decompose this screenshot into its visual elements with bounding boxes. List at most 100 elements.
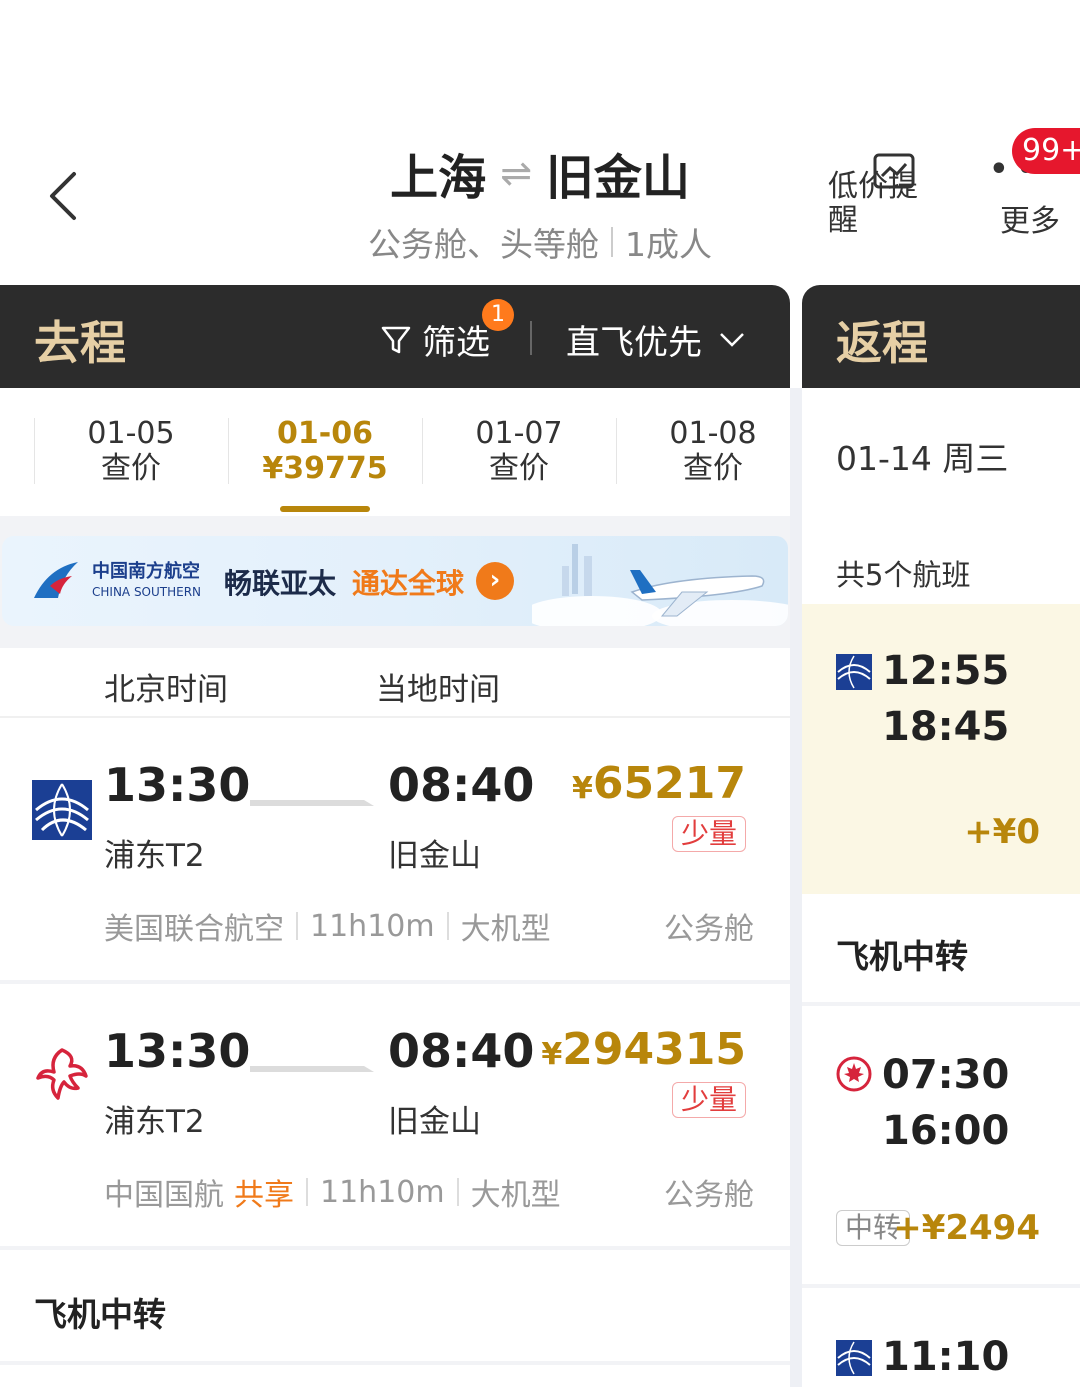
airline-name: 美国联合航空 <box>104 912 284 947</box>
divider <box>456 1178 459 1206</box>
more-label: 更多 <box>1000 204 1060 239</box>
origin-city: 上海 <box>390 150 487 206</box>
filter-button[interactable]: 筛选 <box>380 315 490 364</box>
airline-name-cn: 中国南方航空 <box>92 561 200 582</box>
united-airlines-logo <box>836 1340 872 1376</box>
return-flight-card[interactable]: 11:10 <box>802 1292 1080 1387</box>
united-airlines-logo <box>32 780 92 840</box>
ad-banner[interactable]: 中国南方航空 CHINA SOUTHERN 畅联亚太 通达全球 › <box>2 536 788 626</box>
flight-count-label: 共5个航班 <box>836 558 971 592</box>
selected-date-indicator <box>280 506 370 512</box>
return-transfer-section[interactable]: 飞机中转 <box>802 894 1080 1006</box>
cabin-class: 公务舱 <box>664 1178 754 1213</box>
departure-time: 13:30 <box>104 758 251 812</box>
banner-slogan-highlight: 通达全球 <box>352 567 465 600</box>
flight-meta: 美国联合航空 11h10m 大机型 <box>104 904 551 948</box>
return-arrival-time: 18:45 <box>882 704 1010 750</box>
aircraft-size: 大机型 <box>460 912 551 947</box>
transfer-section-title: 飞机中转 <box>836 937 968 976</box>
price-alert-label: 低价提醒 <box>828 169 918 238</box>
flight-duration: 11h10m <box>310 908 435 944</box>
airline-brand: 中国南方航空 CHINA SOUTHERN <box>92 562 201 602</box>
return-departure-time: 07:30 <box>882 1052 1010 1098</box>
airline-name: 中国国航 <box>104 1178 224 1213</box>
back-button[interactable] <box>40 166 90 226</box>
return-flight-count: 共5个航班 <box>802 536 1080 604</box>
divider <box>530 321 532 355</box>
divider <box>446 912 449 940</box>
divider <box>306 1178 308 1206</box>
return-date-selector[interactable]: 01-14 周三 <box>802 388 1080 516</box>
chevron-right-icon: › <box>476 562 514 600</box>
date-price: ¥39775 <box>262 451 388 486</box>
date-selector: 01-05 查价 01-06 ¥39775 01-07 查价 01-08 查价 <box>0 388 790 516</box>
chevron-down-icon <box>720 332 744 347</box>
return-departure-time: 12:55 <box>882 648 1010 694</box>
transfer-section-title: 飞机中转 <box>34 1295 166 1334</box>
round-trip-arrow-icon: ⇌ <box>500 151 532 195</box>
price-value: 65217 <box>592 758 746 809</box>
arrival-time: 08:40 <box>388 1024 535 1078</box>
banner-slogan: 畅联亚太 <box>224 567 337 600</box>
price-value: 294315 <box>562 1024 746 1075</box>
transfer-section[interactable]: 飞机中转 <box>0 1250 790 1365</box>
flight-path-line <box>250 1066 374 1072</box>
chevron-left-icon <box>50 172 76 220</box>
date-price: 查价 <box>683 451 743 486</box>
air-china-logo <box>36 1048 88 1100</box>
outbound-label: 去程 <box>34 316 126 370</box>
currency-symbol: ¥ <box>572 771 593 806</box>
arrival-airport: 旧金山 <box>388 1104 481 1140</box>
cabin-class: 公务舱 <box>664 912 754 947</box>
china-southern-logo <box>34 562 78 598</box>
cabin-class: 公务舱、头等舱 <box>368 225 599 264</box>
flight-path-line <box>250 800 374 806</box>
route-title: 上海 ⇌ 旧金山 公务舱、头等舱 1成人 <box>300 138 780 266</box>
filter-label: 筛选 <box>422 323 490 363</box>
return-label: 返程 <box>836 316 928 370</box>
return-flight-card[interactable]: 07:30 16:00 中转 +¥2494 <box>802 1010 1080 1288</box>
return-arrival-time: 16:00 <box>882 1108 1010 1154</box>
departure-airport: 浦东T2 <box>104 838 205 874</box>
aircraft-size: 大机型 <box>470 1178 561 1213</box>
departure-airport: 浦东T2 <box>104 1104 205 1140</box>
date-price: 查价 <box>489 451 549 486</box>
flight-duration: 11h10m <box>320 1174 445 1210</box>
date-tab[interactable]: 01-07 查价 <box>422 416 616 486</box>
date-tab-selected[interactable]: 01-06 ¥39775 <box>228 416 422 486</box>
airplane-illustration <box>532 544 788 626</box>
time-zone-header: 北京时间 当地时间 <box>0 648 790 718</box>
date-label: 01-07 <box>475 416 563 451</box>
flight-card[interactable]: 13:30 08:40 ¥65217 浦东T2 旧金山 少量 美国联合航空 11… <box>0 718 790 984</box>
return-tab-bar: 返程 <box>802 285 1080 388</box>
destination-city: 旧金山 <box>545 150 690 206</box>
flight-price: ¥65217 <box>572 758 746 809</box>
seats-limited-badge: 少量 <box>671 1082 746 1118</box>
arrival-airport: 旧金山 <box>388 838 481 874</box>
sort-label: 直飞优先 <box>566 323 702 363</box>
return-flight-card-selected[interactable]: 12:55 18:45 +¥0 <box>802 604 1080 894</box>
date-price: 查价 <box>101 451 161 486</box>
notification-badge: 99+ <box>1012 128 1080 174</box>
return-price-diff: +¥2494 <box>893 1208 1040 1248</box>
currency-symbol: ¥ <box>541 1037 563 1072</box>
flight-meta: 中国国航 共享 11h10m 大机型 <box>104 1170 561 1214</box>
return-departure-time: 11:10 <box>882 1334 1010 1380</box>
column-divider <box>790 388 802 1387</box>
divider <box>611 227 613 257</box>
sort-dropdown[interactable]: 直飞优先 <box>566 315 746 364</box>
flight-price: ¥294315 <box>541 1024 746 1075</box>
codeshare-tag: 共享 <box>234 1178 294 1213</box>
header: 上海 ⇌ 旧金山 公务舱、头等舱 1成人 低价提醒 ••• 更多 99+ <box>0 0 1080 285</box>
departure-time: 13:30 <box>104 1024 251 1078</box>
date-tab[interactable]: 01-08 查价 <box>616 416 810 486</box>
divider <box>296 912 298 940</box>
flight-card[interactable]: 13:30 08:40 ¥294315 浦东T2 旧金山 少量 中国国航 共享 … <box>0 984 790 1250</box>
date-label: 01-06 <box>277 416 373 451</box>
filter-count-badge: 1 <box>482 299 514 331</box>
filter-icon <box>381 326 411 353</box>
return-price-diff: +¥0 <box>964 812 1040 852</box>
date-tab[interactable]: 01-05 查价 <box>34 416 228 486</box>
outbound-tab-bar: 去程 筛选 1 直飞优先 <box>0 285 790 388</box>
local-time-label: 当地时间 <box>376 672 500 708</box>
